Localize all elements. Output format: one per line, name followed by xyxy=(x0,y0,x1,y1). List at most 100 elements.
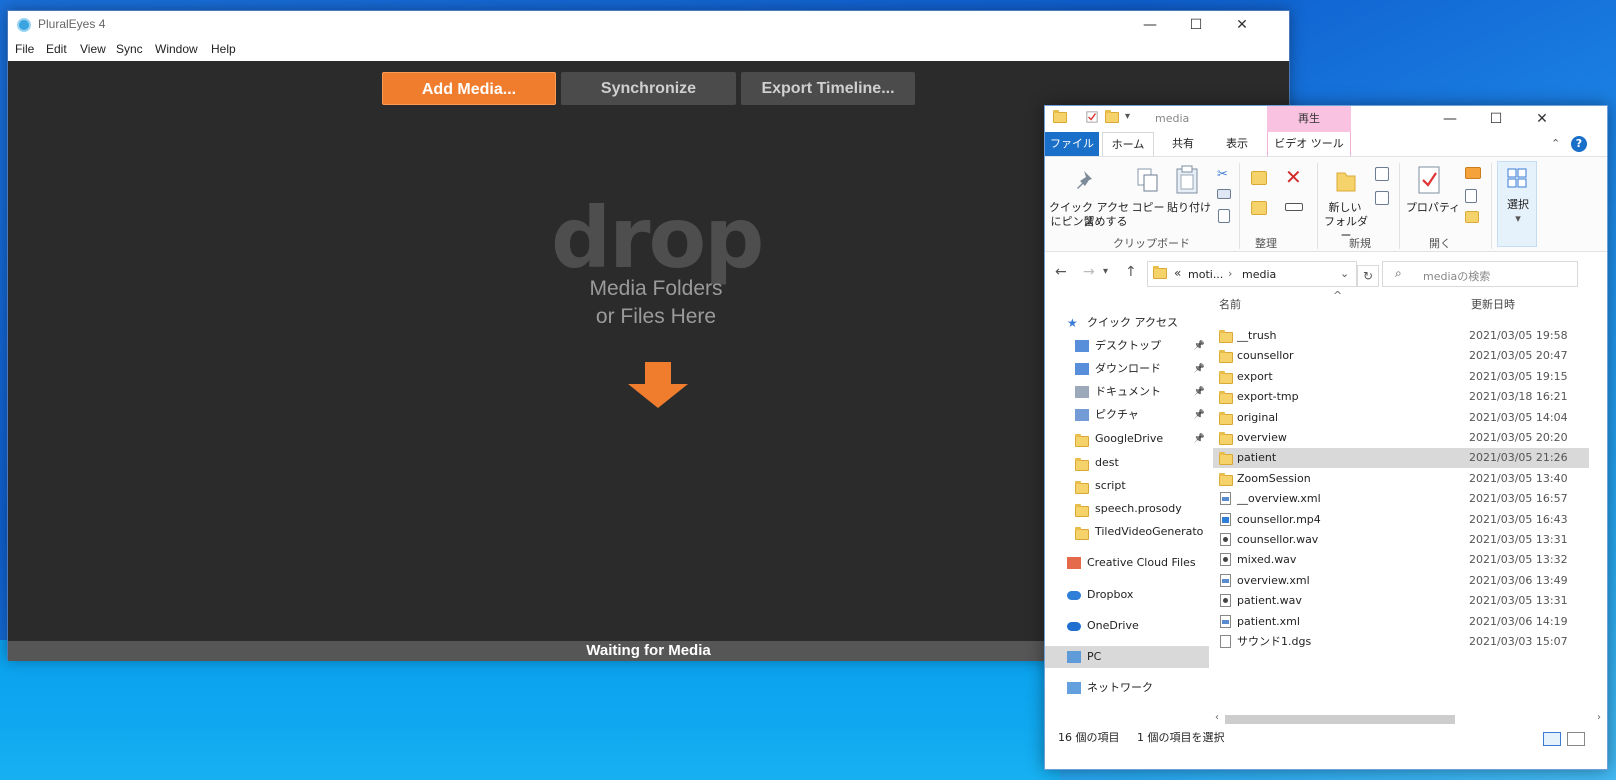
file-row[interactable]: ZoomSession 2021/03/05 13:40 xyxy=(1213,469,1589,489)
help-icon[interactable]: ? xyxy=(1571,136,1587,152)
maximize-button[interactable]: ☐ xyxy=(1173,11,1219,39)
nav-item[interactable]: ダウンロード 📌 xyxy=(1045,358,1209,380)
properties-label[interactable]: プロパティ xyxy=(1405,201,1461,215)
menu-sync[interactable]: Sync xyxy=(116,42,143,56)
ribbon-collapse-icon[interactable]: ⌃ xyxy=(1551,137,1560,150)
tab-video-tools[interactable]: ビデオ ツール xyxy=(1267,132,1351,156)
nav-item[interactable]: script xyxy=(1045,475,1209,497)
synchronize-button[interactable]: Synchronize xyxy=(561,72,736,105)
close-button[interactable]: ✕ xyxy=(1219,11,1265,39)
properties-icon[interactable] xyxy=(1417,165,1441,195)
new-folder-label-1[interactable]: 新しい xyxy=(1323,201,1367,215)
file-row[interactable]: サウンド1.dgs 2021/03/03 15:07 xyxy=(1213,632,1589,652)
nav-item[interactable]: Dropbox xyxy=(1045,584,1209,606)
nav-item[interactable]: OneDrive xyxy=(1045,615,1209,637)
explorer-close-button[interactable]: ✕ xyxy=(1519,106,1565,132)
menu-edit[interactable]: Edit xyxy=(46,42,67,56)
file-row[interactable]: overview.xml 2021/03/06 13:49 xyxy=(1213,571,1589,591)
nav-item[interactable]: Creative Cloud Files xyxy=(1045,552,1209,574)
file-row[interactable]: patient 2021/03/05 21:26 xyxy=(1213,448,1589,469)
file-row[interactable]: patient.xml 2021/03/06 14:19 xyxy=(1213,612,1589,632)
explorer-titlebar[interactable]: ▾ media 再生 — ☐ ✕ xyxy=(1045,106,1607,132)
address-field[interactable]: « moti... › media ⌄ xyxy=(1147,261,1357,287)
pluraleyes-titlebar[interactable]: PluralEyes 4 — ☐ ✕ xyxy=(8,11,1289,39)
tab-file[interactable]: ファイル xyxy=(1045,132,1099,156)
horizontal-scrollbar[interactable]: ‹ › xyxy=(1213,712,1609,726)
up-icon[interactable]: ↑ xyxy=(1125,264,1137,280)
explorer-minimize-button[interactable]: — xyxy=(1427,106,1473,132)
nav-item[interactable]: GoogleDrive 📌 xyxy=(1045,428,1209,450)
file-row[interactable]: __trush 2021/03/05 19:58 xyxy=(1213,326,1589,346)
pin-icon[interactable]: 📌 xyxy=(1194,428,1205,450)
file-row[interactable]: counsellor 2021/03/05 20:47 xyxy=(1213,346,1589,366)
tab-view[interactable]: 表示 xyxy=(1209,132,1265,156)
nav-item[interactable]: ネットワーク xyxy=(1045,677,1209,699)
breadcrumb-media[interactable]: media xyxy=(1242,268,1276,281)
file-row[interactable]: original 2021/03/05 14:04 xyxy=(1213,408,1589,428)
nav-item[interactable]: dest xyxy=(1045,452,1209,474)
paste-icon[interactable] xyxy=(1175,165,1199,195)
copy-label[interactable]: コピー xyxy=(1129,201,1167,215)
easy-access-icon[interactable] xyxy=(1375,191,1389,205)
back-icon[interactable]: ← xyxy=(1055,264,1067,280)
scroll-left-icon[interactable]: ‹ xyxy=(1215,712,1219,723)
copy-to-icon[interactable] xyxy=(1251,201,1267,215)
pin-quick-access-label-2[interactable]: にピン留めする xyxy=(1049,215,1129,229)
file-row[interactable]: overview 2021/03/05 20:20 xyxy=(1213,428,1589,448)
refresh-icon[interactable]: ↻ xyxy=(1357,265,1379,287)
details-view-icon[interactable] xyxy=(1543,732,1561,746)
open-icon[interactable] xyxy=(1465,167,1481,179)
file-row[interactable]: patient.wav 2021/03/05 13:31 xyxy=(1213,591,1589,611)
pin-icon[interactable] xyxy=(1076,169,1098,191)
minimize-button[interactable]: — xyxy=(1127,11,1173,39)
new-item-icon[interactable] xyxy=(1375,167,1389,181)
pin-icon[interactable]: 📌 xyxy=(1194,404,1205,426)
delete-icon[interactable]: ✕ xyxy=(1285,165,1302,189)
column-name[interactable]: 名前 xyxy=(1219,296,1241,312)
paste-shortcut-icon[interactable] xyxy=(1218,209,1230,223)
forward-icon[interactable]: → xyxy=(1083,264,1095,280)
export-timeline-button[interactable]: Export Timeline... xyxy=(741,72,915,105)
explorer-maximize-button[interactable]: ☐ xyxy=(1473,106,1519,132)
column-date[interactable]: 更新日時 xyxy=(1471,296,1515,312)
cut-icon[interactable]: ✂ xyxy=(1217,167,1231,182)
scroll-right-icon[interactable]: › xyxy=(1597,712,1601,723)
menu-window[interactable]: Window xyxy=(155,42,198,56)
file-row[interactable]: mixed.wav 2021/03/05 13:32 xyxy=(1213,550,1589,570)
move-to-icon[interactable] xyxy=(1251,171,1267,185)
menu-help[interactable]: Help xyxy=(211,42,236,56)
scroll-thumb[interactable] xyxy=(1225,715,1455,724)
file-row[interactable]: export-tmp 2021/03/18 16:21 xyxy=(1213,387,1589,407)
new-folder-icon[interactable] xyxy=(1335,169,1357,193)
nav-item[interactable]: speech.prosody xyxy=(1045,498,1209,520)
nav-item[interactable]: デスクトップ 📌 xyxy=(1045,335,1209,357)
quick-access-dropdown-icon[interactable]: ▾ xyxy=(1125,111,1139,123)
history-icon[interactable] xyxy=(1465,211,1479,223)
paste-label[interactable]: 貼り付け xyxy=(1167,201,1211,215)
breadcrumb-moti[interactable]: moti... xyxy=(1188,268,1223,281)
pin-icon[interactable]: 📌 xyxy=(1194,381,1205,403)
new-folder-quick-icon[interactable] xyxy=(1105,110,1119,124)
recent-dropdown-icon[interactable]: ▾ xyxy=(1103,266,1108,277)
copy-icon[interactable] xyxy=(1136,167,1160,193)
large-icons-view-icon[interactable] xyxy=(1567,732,1585,746)
nav-item[interactable]: PC xyxy=(1045,646,1209,668)
nav-item[interactable]: ピクチャ 📌 xyxy=(1045,404,1209,426)
menu-file[interactable]: File xyxy=(15,42,34,56)
copy-path-icon[interactable] xyxy=(1217,189,1231,199)
edit-icon[interactable] xyxy=(1465,189,1477,203)
select-button[interactable]: 選択 ▾ xyxy=(1497,161,1537,247)
nav-item[interactable]: TiledVideoGenerato xyxy=(1045,521,1209,543)
menu-view[interactable]: View xyxy=(80,42,106,56)
tab-share[interactable]: 共有 xyxy=(1157,132,1209,156)
pin-icon[interactable]: 📌 xyxy=(1194,335,1205,357)
tab-home[interactable]: ホーム xyxy=(1102,132,1154,156)
file-row[interactable]: export 2021/03/05 19:15 xyxy=(1213,367,1589,387)
properties-check-icon[interactable] xyxy=(1085,111,1099,123)
address-dropdown-icon[interactable]: ⌄ xyxy=(1340,267,1349,280)
pin-icon[interactable]: 📌 xyxy=(1194,358,1205,380)
rename-icon[interactable] xyxy=(1285,203,1303,211)
search-input[interactable]: ⌕ mediaの検索 xyxy=(1382,261,1578,287)
file-row[interactable]: counsellor.wav 2021/03/05 13:31 xyxy=(1213,530,1589,550)
nav-item[interactable]: ドキュメント 📌 xyxy=(1045,381,1209,403)
